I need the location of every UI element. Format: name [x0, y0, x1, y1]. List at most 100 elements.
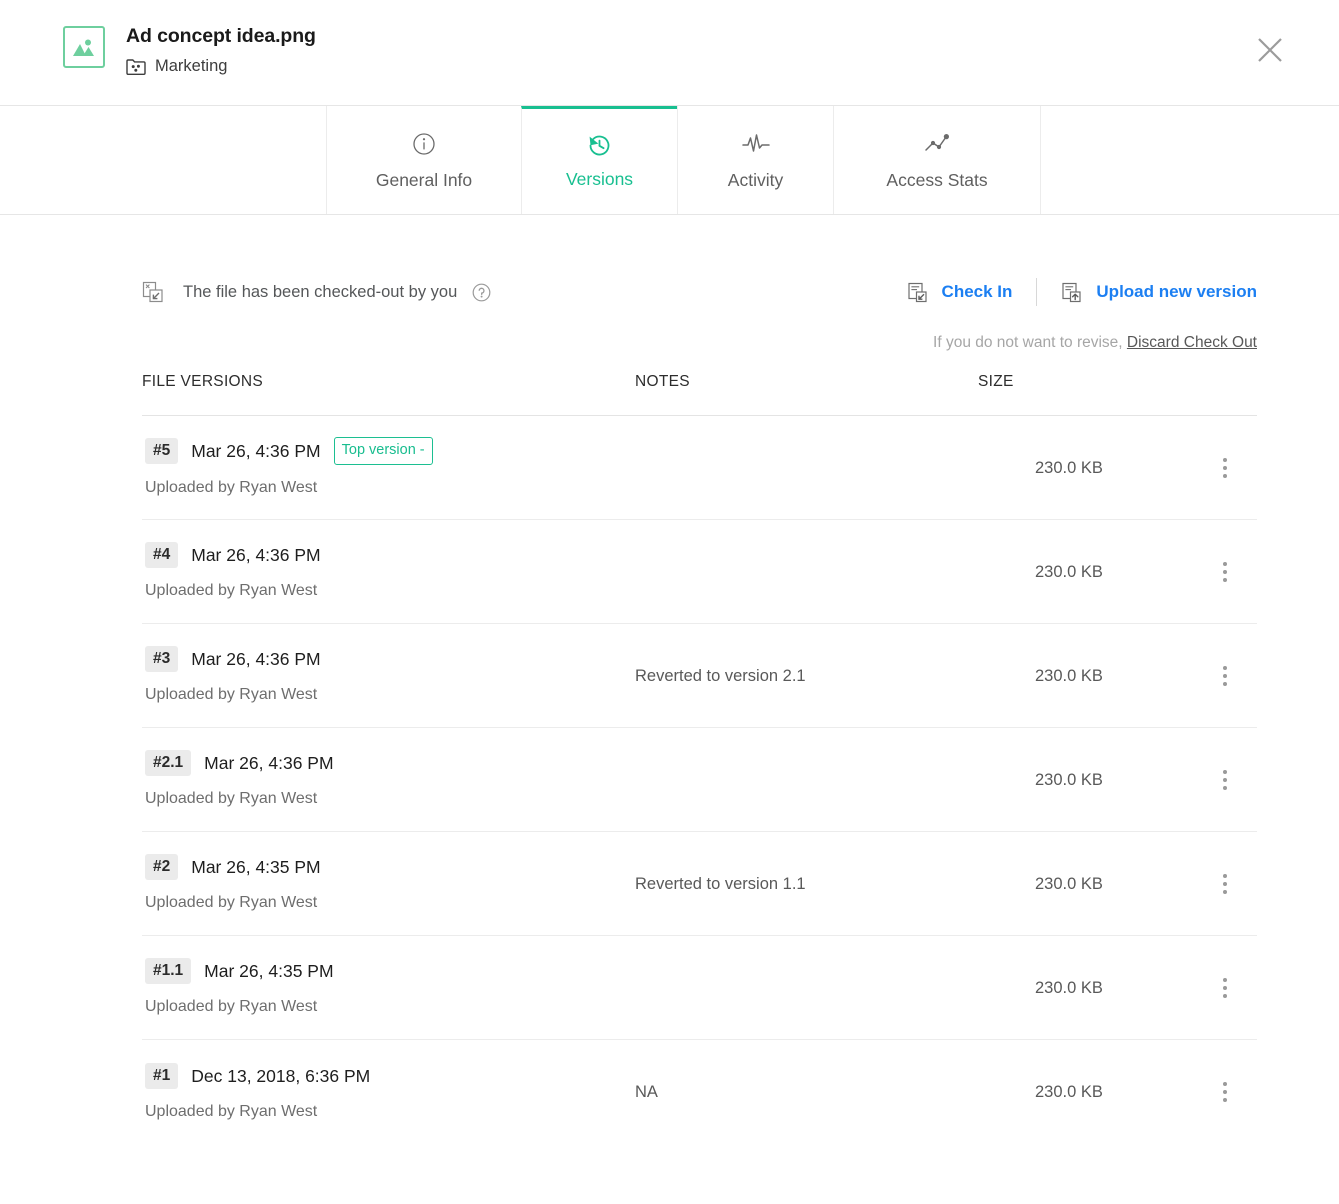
version-number-badge: #2.1 [145, 750, 191, 776]
scatter-stats-icon [923, 129, 951, 159]
version-timestamp: Mar 26, 4:36 PM [191, 440, 320, 462]
tab-activity[interactable]: Activity [677, 106, 834, 214]
actions-divider [1036, 278, 1037, 306]
tab-access-stats[interactable]: Access Stats [833, 106, 1041, 214]
version-note: Reverted to version 2.1 [635, 665, 978, 687]
kebab-menu-icon[interactable] [1193, 666, 1257, 686]
version-cell: #1.1 Mar 26, 4:35 PM Uploaded by Ryan West [142, 958, 635, 1017]
discard-checkout-link[interactable]: Discard Check Out [1127, 334, 1257, 351]
version-primary-line: #3 Mar 26, 4:36 PM [145, 646, 635, 672]
kebab-menu-icon[interactable] [1193, 458, 1257, 478]
tab-general-info-label: General Info [376, 169, 472, 191]
upload-new-version-button[interactable]: Upload new version [1061, 281, 1257, 303]
version-number-badge: #1.1 [145, 958, 191, 984]
top-version-badge: Top version - [334, 437, 433, 465]
version-uploader: Uploaded by Ryan West [145, 684, 635, 705]
panel-header: Ad concept idea.png Marketing [0, 0, 1339, 106]
upload-new-version-label: Upload new version [1096, 281, 1257, 303]
table-row[interactable]: #1.1 Mar 26, 4:35 PM Uploaded by Ryan West… [142, 936, 1257, 1040]
team-folder-icon [126, 58, 146, 75]
kebab-menu-icon[interactable] [1193, 978, 1257, 998]
version-size: 230.0 KB [978, 457, 1193, 479]
version-cell: #5 Mar 26, 4:36 PM Top version - Uploaded b… [142, 437, 635, 498]
breadcrumb[interactable]: Marketing [126, 56, 316, 76]
version-size: 230.0 KB [978, 561, 1193, 583]
column-header-file-versions: FILE VERSIONS [142, 372, 635, 392]
version-note: NA [635, 1081, 978, 1103]
upload-version-icon [1061, 282, 1082, 303]
version-cell: #4 Mar 26, 4:36 PM Uploaded by Ryan West [142, 542, 635, 601]
breadcrumb-folder-label: Marketing [155, 56, 227, 76]
tab-access-stats-label: Access Stats [886, 169, 987, 191]
kebab-dots [1223, 458, 1227, 478]
column-header-notes: NOTES [635, 372, 978, 392]
version-number-badge: #1 [145, 1063, 178, 1089]
version-number-badge: #4 [145, 542, 178, 568]
version-uploader: Uploaded by Ryan West [145, 892, 635, 913]
column-header-size: SIZE [978, 372, 1193, 392]
version-timestamp: Mar 26, 4:36 PM [191, 648, 320, 670]
table-row[interactable]: #2Mar 26, 4:35 PMUploaded by Ryan WestRe… [142, 832, 1257, 936]
history-clock-icon [586, 131, 613, 161]
checkout-actions-row: Check In Upload new version [907, 276, 1257, 308]
version-number-badge: #5 [145, 438, 178, 464]
table-row[interactable]: #4 Mar 26, 4:36 PM Uploaded by Ryan West 23… [142, 520, 1257, 624]
kebab-dots [1223, 874, 1227, 894]
kebab-dots [1223, 666, 1227, 686]
close-icon[interactable] [1253, 33, 1287, 67]
checkout-actions-group: Check In Upload new version [907, 276, 1257, 353]
table-row[interactable]: #3 Mar 26, 4:36 PM Uploaded by Ryan WestRe… [142, 624, 1257, 728]
version-uploader: Uploaded by Ryan West [145, 580, 635, 601]
table-row[interactable]: #2.1 Mar 26, 4:36 PM Uploaded by Ryan West… [142, 728, 1257, 832]
version-timestamp: Mar 26, 4:35 PM [204, 960, 333, 982]
version-uploader: Uploaded by Ryan West [145, 788, 635, 809]
kebab-menu-icon[interactable] [1193, 874, 1257, 894]
version-size: 230.0 KB [978, 665, 1193, 687]
kebab-menu-icon[interactable] [1193, 562, 1257, 582]
version-timestamp: Mar 26, 4:36 PM [204, 752, 333, 774]
version-primary-line: #2.1 Mar 26, 4:36 PM [145, 750, 635, 776]
file-details-panel: Ad concept idea.png Marketing [0, 0, 1339, 1204]
version-cell: #1 Dec 13, 2018, 6:36 PM Uploaded by Ryan … [142, 1063, 635, 1122]
question-circle-icon[interactable] [472, 283, 491, 302]
version-timestamp: Mar 26, 4:35 PM [191, 856, 320, 878]
checkout-status-text: The file has been checked-out by you [183, 281, 457, 303]
version-size: 230.0 KB [978, 977, 1193, 999]
tab-versions[interactable]: Versions [521, 106, 678, 214]
version-cell: #2.1 Mar 26, 4:36 PM Uploaded by Ryan West [142, 750, 635, 809]
tab-bar-filler [1040, 106, 1339, 214]
versions-table: FILE VERSIONS NOTES SIZE #5 Mar 26, 4:36 … [142, 372, 1257, 1144]
file-checked-out-icon [142, 281, 164, 303]
version-uploader: Uploaded by Ryan West [145, 996, 635, 1017]
table-row[interactable]: #1 Dec 13, 2018, 6:36 PM Uploaded by Ryan … [142, 1040, 1257, 1144]
kebab-menu-icon[interactable] [1193, 1082, 1257, 1102]
table-row[interactable]: #5 Mar 26, 4:36 PM Top version - Uploaded b… [142, 416, 1257, 520]
tab-activity-label: Activity [728, 169, 783, 191]
version-timestamp: Dec 13, 2018, 6:36 PM [191, 1065, 370, 1087]
version-primary-line: #1.1 Mar 26, 4:35 PM [145, 958, 635, 984]
version-cell: #2 Mar 26, 4:35 PM Uploaded by Ryan West [142, 854, 635, 913]
version-primary-line: #5 Mar 26, 4:36 PM Top version - [145, 437, 635, 465]
checkout-status-group: The file has been checked-out by you [142, 276, 491, 308]
version-timestamp: Mar 26, 4:36 PM [191, 544, 320, 566]
discard-prefix-text: If you do not want to revise, [933, 334, 1123, 351]
version-cell: #3 Mar 26, 4:36 PM Uploaded by Ryan West [142, 646, 635, 705]
version-uploader: Uploaded by Ryan West [145, 1101, 635, 1122]
version-uploader: Uploaded by Ryan West [145, 477, 635, 498]
version-number-badge: #3 [145, 646, 178, 672]
version-size: 230.0 KB [978, 769, 1193, 791]
checkout-status-bar: The file has been checked-out by you [0, 276, 1339, 372]
header-text-block: Ad concept idea.png Marketing [126, 24, 316, 76]
version-primary-line: #2 Mar 26, 4:35 PM [145, 854, 635, 880]
version-size: 230.0 KB [978, 873, 1193, 895]
version-size: 230.0 KB [978, 1081, 1193, 1103]
versions-table-header: FILE VERSIONS NOTES SIZE [142, 372, 1257, 416]
kebab-menu-icon[interactable] [1193, 770, 1257, 790]
check-in-label: Check In [942, 281, 1013, 303]
tab-versions-label: Versions [566, 168, 633, 190]
tab-general-info[interactable]: General Info [326, 106, 522, 214]
check-in-button[interactable]: Check In [907, 281, 1013, 303]
kebab-dots [1223, 1082, 1227, 1102]
version-primary-line: #4 Mar 26, 4:36 PM [145, 542, 635, 568]
version-number-badge: #2 [145, 854, 178, 880]
